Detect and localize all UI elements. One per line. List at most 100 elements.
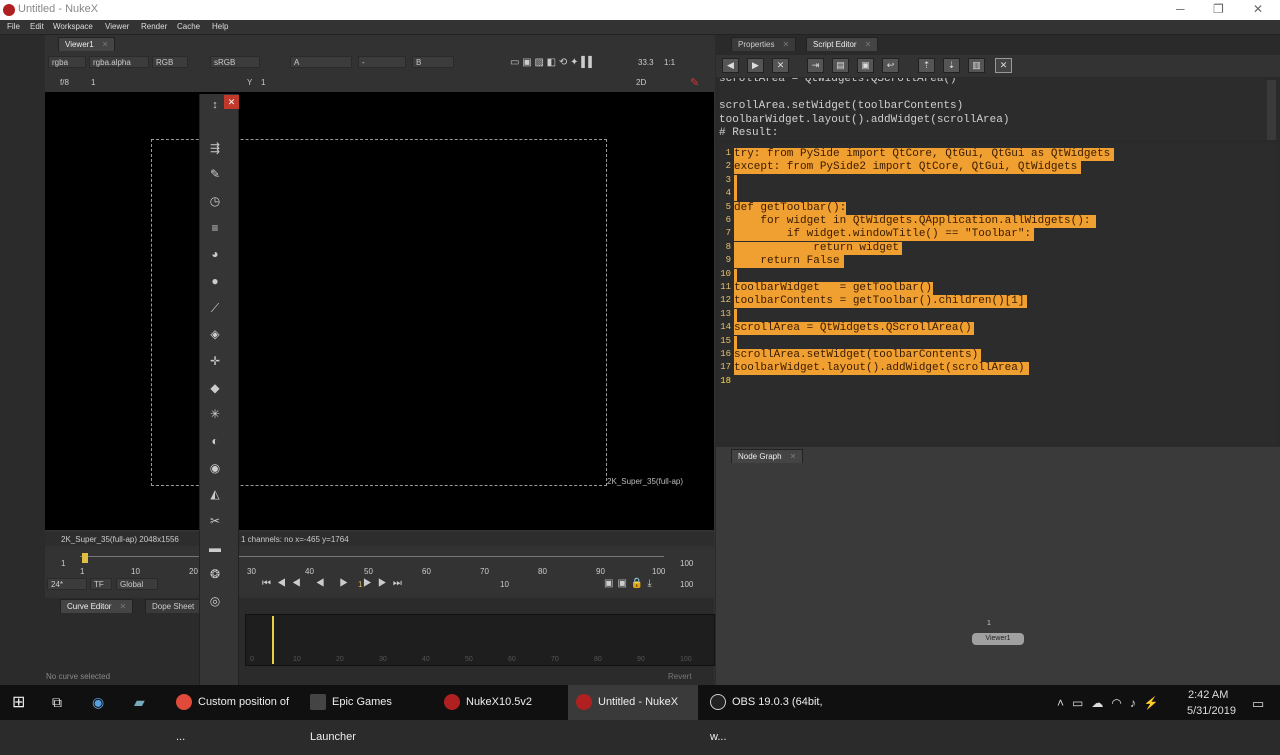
color-tool-icon[interactable]: ◕: [200, 247, 230, 261]
transform-tool-icon[interactable]: ✛: [200, 354, 230, 368]
channels-select[interactable]: rgba: [48, 56, 86, 68]
zoom-value[interactable]: 33.3: [638, 58, 654, 67]
code-line[interactable]: [734, 335, 737, 349]
view-mode[interactable]: 2D: [636, 78, 646, 87]
metadata-tool-icon[interactable]: ◭: [200, 487, 230, 501]
clear-history-icon[interactable]: ✕: [772, 58, 789, 73]
input-b-select[interactable]: B: [412, 56, 454, 68]
menu-edit[interactable]: Edit: [30, 22, 44, 31]
code-line[interactable]: return False: [734, 255, 844, 269]
other-tool-icon[interactable]: ▬: [200, 541, 230, 555]
alpha-select[interactable]: rgba.alpha: [89, 56, 149, 68]
viewer-node[interactable]: Viewer1: [972, 633, 1024, 645]
show-input-icon[interactable]: ⇡: [918, 58, 935, 73]
taskbar-epic[interactable]: Epic Games Launcher: [302, 685, 434, 743]
range-select[interactable]: Global: [116, 578, 158, 590]
paint-icon[interactable]: ✎: [690, 76, 699, 89]
code-line[interactable]: return widget: [734, 241, 902, 255]
tab-properties[interactable]: Properties ✕: [731, 37, 797, 51]
compare-select[interactable]: -: [358, 56, 406, 68]
curve-plot-area[interactable]: 0 10 20 30 40 50 60 70 80 90 100: [245, 614, 715, 666]
menu-cache[interactable]: Cache: [177, 22, 200, 31]
show-output-icon[interactable]: ⇣: [943, 58, 960, 73]
code-line[interactable]: for widget in QtWidgets.QApplication.all…: [734, 215, 1096, 228]
tab-dope-sheet[interactable]: Dope Sheet: [145, 599, 202, 613]
channel-tool-icon[interactable]: ≡: [200, 221, 230, 235]
furnace-tool-icon[interactable]: ❂: [200, 567, 230, 581]
task-view-icon[interactable]: ⧉: [52, 685, 62, 720]
code-line[interactable]: scrollArea = QtWidgets.QScrollArea(): [734, 322, 974, 336]
source-script-icon[interactable]: ⇥: [807, 58, 824, 73]
tab-node-graph[interactable]: Node Graph ✕: [731, 449, 804, 463]
tab-script-editor[interactable]: Script Editor ✕: [806, 37, 879, 51]
code-line[interactable]: toolbarContents = getToolbar().children(…: [734, 295, 1027, 309]
code-line[interactable]: toolbarWidget.layout().addWidget(scrollA…: [734, 362, 1029, 376]
pinned-app2-icon[interactable]: ▰: [134, 685, 145, 720]
code-line[interactable]: [734, 174, 737, 188]
tf-select[interactable]: TF: [90, 578, 112, 590]
run-script-icon[interactable]: ↩: [882, 58, 899, 73]
next-script-icon[interactable]: ▶: [747, 58, 764, 73]
revert-button[interactable]: Revert: [668, 672, 692, 681]
viewer-tools-icons[interactable]: ▭ ▣ ▨ ◧ ⟲ ✦ ▌▌: [510, 57, 595, 68]
load-script-icon[interactable]: ▤: [832, 58, 849, 73]
close-tab-icon[interactable]: ✕: [782, 40, 789, 49]
end-frame-field[interactable]: 100: [680, 580, 693, 589]
clear-output-icon[interactable]: ✕: [995, 58, 1012, 73]
draw-tool-icon[interactable]: ✎: [200, 167, 230, 181]
menu-render[interactable]: Render: [141, 22, 167, 31]
clock-time[interactable]: 2:42 AM: [1188, 689, 1228, 701]
code-line[interactable]: [734, 268, 737, 282]
taskbar-untitled-nukex[interactable]: Untitled - NukeX: [568, 685, 698, 720]
ratio-value[interactable]: 1:1: [664, 58, 675, 67]
menu-help[interactable]: Help: [212, 22, 228, 31]
close-tab-icon[interactable]: ✕: [790, 452, 797, 461]
show-both-icon[interactable]: ▥: [968, 58, 985, 73]
tab-viewer1[interactable]: Viewer1 ✕: [58, 37, 116, 51]
deep-tool-icon[interactable]: ◐: [200, 434, 230, 448]
close-button[interactable]: ✕: [1253, 2, 1263, 16]
code-line[interactable]: toolbarWidget = getToolbar(): [734, 282, 933, 295]
tab-curve-editor[interactable]: Curve Editor ✕: [60, 599, 134, 613]
ocula-tool-icon[interactable]: ◎: [200, 594, 230, 608]
close-tab-icon[interactable]: ✕: [119, 602, 126, 611]
colorspace-select[interactable]: sRGB: [210, 56, 260, 68]
code-line[interactable]: [734, 188, 737, 202]
code-line[interactable]: try: from PySide import QtCore, QtGui, Q…: [734, 148, 1114, 161]
menu-file[interactable]: File: [7, 22, 20, 31]
notifications-icon[interactable]: ▭: [1252, 696, 1264, 712]
toolsets-tool-icon[interactable]: ✂: [200, 514, 230, 528]
merge-tool-icon[interactable]: ◈: [200, 327, 230, 341]
current-frame[interactable]: 1: [358, 580, 362, 589]
code-line[interactable]: except: from PySide2 import QtCore, QtGu…: [734, 161, 1081, 175]
fstop-value[interactable]: f/8: [60, 78, 69, 87]
code-line[interactable]: [734, 308, 737, 322]
playback-extra-icons[interactable]: ▣▣🔒⤓: [604, 578, 656, 589]
time-tool-icon[interactable]: ◷: [200, 194, 230, 208]
close-tab-icon[interactable]: ✕: [102, 40, 109, 49]
gamma-value[interactable]: 1: [261, 78, 265, 87]
views-tool-icon[interactable]: ◉: [200, 461, 230, 475]
taskbar-obs[interactable]: OBS 19.0.3 (64bit, w...: [702, 685, 834, 743]
taskbar-nukex[interactable]: NukeX10.5v2: [436, 685, 566, 720]
code-line[interactable]: def getToolbar():: [734, 201, 847, 215]
gain-value[interactable]: 1: [91, 78, 95, 87]
code-line[interactable]: scrollArea.setWidget(toolbarContents): [734, 349, 981, 362]
minimize-button[interactable]: ─: [1176, 2, 1185, 16]
menu-viewer[interactable]: Viewer: [105, 22, 129, 31]
prev-script-icon[interactable]: ◀: [722, 58, 739, 73]
playhead-marker[interactable]: [82, 553, 88, 563]
toolbar-close-button[interactable]: ✕: [224, 95, 239, 109]
particles-tool-icon[interactable]: ✳: [200, 407, 230, 421]
clock-date[interactable]: 5/31/2019: [1187, 705, 1236, 717]
frame-step[interactable]: 10: [500, 580, 509, 589]
save-script-icon[interactable]: ▣: [857, 58, 874, 73]
pinned-app-icon[interactable]: ◉: [92, 685, 104, 720]
menu-workspace[interactable]: Workspace: [53, 22, 93, 31]
input-a-select[interactable]: A: [290, 56, 352, 68]
keyer-tool-icon[interactable]: ⟋: [200, 301, 230, 316]
image-tool-icon[interactable]: ⇶: [200, 141, 230, 155]
rgb-select[interactable]: RGB: [152, 56, 188, 68]
system-tray-icons[interactable]: ˄▭☁◠♪⚡: [1057, 696, 1167, 710]
3d-tool-icon[interactable]: ◆: [200, 381, 230, 395]
